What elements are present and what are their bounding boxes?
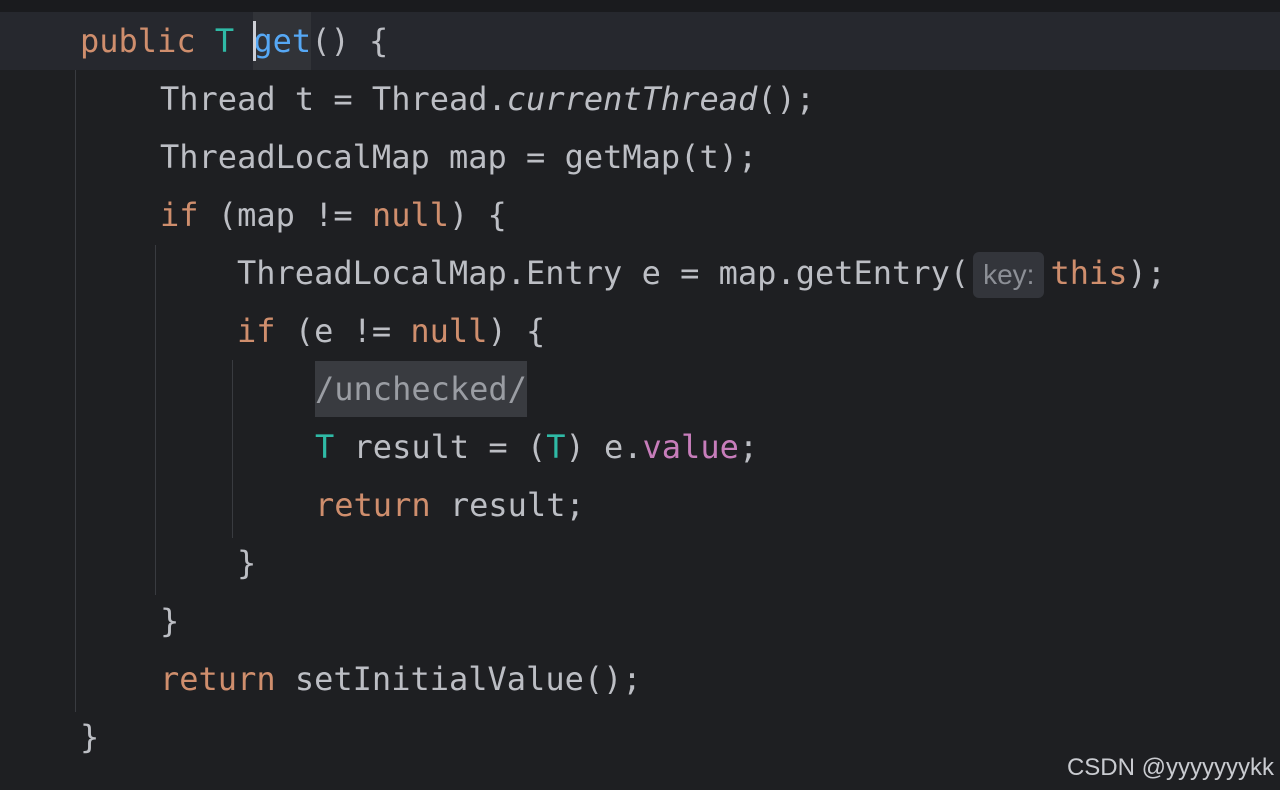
keyword-if: if	[237, 312, 276, 350]
code-line-1[interactable]: public T get() {	[80, 12, 388, 70]
code-line-8-text-a: result = (	[334, 428, 547, 466]
code-line-12-text: setInitialValue();	[275, 660, 642, 698]
code-line-2-text-a: Thread t = Thread.	[160, 80, 507, 118]
keyword-if: if	[160, 196, 199, 234]
code-line-3-text: ThreadLocalMap map = getMap(t);	[160, 138, 758, 176]
parameter-hint-key: key:	[973, 252, 1045, 298]
text-caret	[253, 21, 257, 61]
keyword-null: null	[371, 196, 449, 234]
keyword-null: null	[410, 312, 488, 350]
code-line-9[interactable]: return result;	[315, 476, 585, 534]
code-line-5[interactable]: ThreadLocalMap.Entry e = map.getEntry(ke…	[237, 244, 1166, 302]
code-line-6-text-a: (e !=	[275, 312, 411, 350]
editor-top-strip	[0, 0, 1280, 12]
code-line-12[interactable]: return setInitialValue();	[160, 650, 642, 708]
closing-brace: }	[160, 602, 180, 640]
code-editor[interactable]: public T get() { Thread t = Thread.curre…	[0, 0, 1280, 790]
keyword-public: public	[80, 22, 196, 60]
code-line-2-text-b: ();	[757, 80, 816, 118]
code-line-13[interactable]: }	[80, 708, 99, 766]
field-value: value	[642, 428, 739, 466]
keyword-return: return	[315, 486, 431, 524]
indent-guide-if-e	[232, 360, 233, 538]
indent-guide-if-map	[155, 245, 156, 595]
code-line-8-text-b: ) e.	[565, 428, 643, 466]
code-line-8-text-c: ;	[738, 428, 759, 466]
code-line-3[interactable]: ThreadLocalMap map = getMap(t);	[160, 128, 757, 186]
method-name-get[interactable]: get	[253, 12, 312, 70]
folded-comment-unchecked[interactable]: /unchecked/	[315, 361, 527, 417]
code-line-4[interactable]: if (map != null) {	[160, 186, 507, 244]
closing-brace: }	[237, 544, 257, 582]
code-line-8[interactable]: T result = (T) e.value;	[315, 418, 758, 476]
type-T: T	[315, 428, 335, 466]
code-line-5-text-b: );	[1127, 254, 1167, 292]
type-T: T	[214, 22, 235, 60]
code-line-6[interactable]: if (e != null) {	[237, 302, 545, 360]
code-line-10[interactable]: }	[237, 534, 256, 592]
code-line-7[interactable]: /unchecked/	[315, 360, 527, 418]
type-T-cast: T	[546, 428, 566, 466]
code-line-9-text: result;	[430, 486, 585, 524]
code-line-5-text-a: ThreadLocalMap.Entry e = map.getEntry(	[237, 254, 970, 292]
static-call-currentThread: currentThread	[506, 80, 758, 118]
code-line-4-text-b: ) {	[448, 196, 507, 234]
code-line-2[interactable]: Thread t = Thread.currentThread();	[160, 70, 815, 128]
code-line-4-text-a: (map !=	[198, 196, 372, 234]
indent-guide-method	[75, 70, 76, 712]
keyword-return: return	[160, 660, 276, 698]
watermark-text: CSDN @yyyyyyykk	[1066, 754, 1274, 781]
code-line-1-rest: () {	[311, 22, 389, 60]
code-line-6-text-b: ) {	[487, 312, 546, 350]
code-line-11[interactable]: }	[160, 592, 179, 650]
keyword-this: this	[1050, 254, 1128, 292]
closing-brace: }	[80, 718, 100, 756]
